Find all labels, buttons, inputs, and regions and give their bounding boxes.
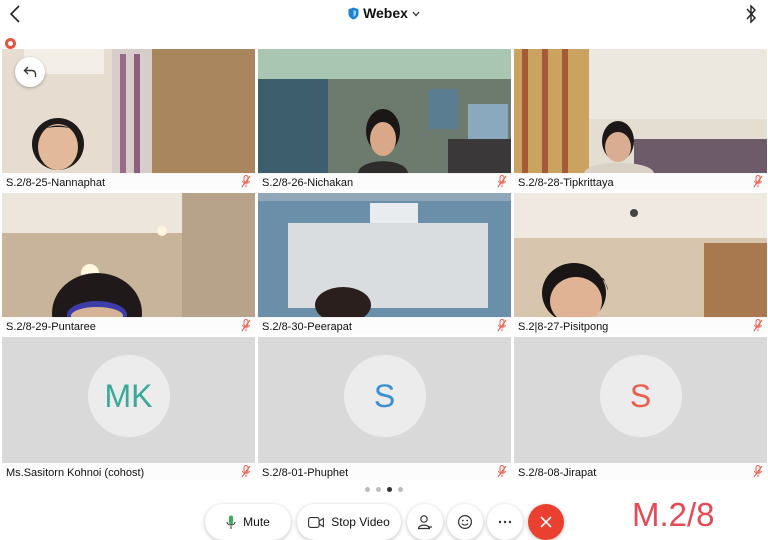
participant-name: S.2/8-30-Peerapat bbox=[262, 321, 352, 333]
mic-muted-icon bbox=[753, 175, 763, 188]
mute-label: Mute bbox=[243, 515, 270, 529]
camera-icon bbox=[308, 516, 325, 528]
avatar-initials: S bbox=[629, 378, 652, 414]
participant-avatar: MK bbox=[87, 355, 170, 437]
participant-name: S.2/8-26-Nichakan bbox=[262, 177, 354, 189]
reactions-button[interactable] bbox=[447, 504, 483, 540]
participant-video bbox=[2, 193, 255, 318]
mic-muted-icon bbox=[241, 465, 251, 478]
webex-shield-icon bbox=[348, 7, 359, 20]
participant-video bbox=[258, 193, 511, 318]
microphone-icon bbox=[226, 515, 236, 529]
recording-indicator-icon bbox=[5, 38, 16, 49]
avatar-initials: MK bbox=[104, 378, 153, 414]
bluetooth-icon[interactable] bbox=[744, 4, 758, 24]
mic-muted-icon bbox=[753, 319, 763, 332]
class-overlay-label: M.2/8 bbox=[632, 496, 715, 533]
participant-name: S.2/8-28-Tipkrittaya bbox=[518, 177, 614, 189]
mute-button[interactable]: Mute bbox=[205, 504, 291, 540]
participant-tile[interactable]: S.2/8-28-Tipkrittaya bbox=[514, 49, 767, 190]
participant-name: S.2|8-27-Pisitpong bbox=[518, 321, 609, 333]
more-options-button[interactable] bbox=[487, 504, 523, 540]
mic-muted-icon bbox=[497, 319, 507, 332]
participant-name: S.2/8-29-Puntaree bbox=[6, 321, 96, 333]
participant-avatar: S bbox=[343, 355, 426, 437]
close-icon bbox=[540, 516, 552, 528]
chevron-down-icon bbox=[412, 11, 420, 17]
app-title: Webex bbox=[363, 5, 408, 21]
page-dot[interactable] bbox=[365, 487, 370, 492]
top-bar: Webex bbox=[0, 0, 768, 30]
avatar-initials: S bbox=[373, 378, 396, 414]
app-title-dropdown[interactable]: Webex bbox=[0, 5, 768, 21]
mic-muted-icon bbox=[497, 465, 507, 478]
participant-name: Ms.Sasitorn Kohnoi (cohost) bbox=[6, 467, 145, 479]
participants-icon bbox=[417, 515, 432, 530]
return-button[interactable] bbox=[15, 57, 45, 87]
participant-tile[interactable]: MK Ms.Sasitorn Kohnoi (cohost) bbox=[2, 337, 255, 480]
page-dot[interactable] bbox=[376, 487, 381, 492]
smiley-icon bbox=[457, 514, 473, 530]
return-arrow-icon bbox=[23, 66, 37, 77]
mic-muted-icon bbox=[241, 175, 251, 188]
more-dots-icon bbox=[498, 520, 512, 524]
participant-tile[interactable]: S S.2/8-08-Jirapat bbox=[514, 337, 767, 480]
stop-video-label: Stop Video bbox=[331, 515, 390, 529]
mic-muted-icon bbox=[241, 319, 251, 332]
participant-video bbox=[514, 193, 767, 318]
mic-muted-icon bbox=[753, 465, 763, 478]
participant-avatar: S bbox=[599, 355, 682, 437]
participant-tile[interactable]: S.2/8-29-Puntaree bbox=[2, 193, 255, 334]
participant-name: S.2/8-01-Phuphet bbox=[262, 467, 349, 479]
participant-video bbox=[514, 49, 767, 174]
participants-button[interactable] bbox=[407, 504, 443, 540]
stop-video-button[interactable]: Stop Video bbox=[297, 504, 401, 540]
participant-tile[interactable]: S.2/8-30-Peerapat bbox=[258, 193, 511, 334]
end-call-button[interactable] bbox=[528, 504, 564, 540]
participant-name: S.2/8-08-Jirapat bbox=[518, 467, 597, 479]
page-dot[interactable] bbox=[398, 487, 403, 492]
participant-name: S.2/8-25-Nannaphat bbox=[6, 177, 106, 189]
page-dot[interactable] bbox=[387, 487, 392, 492]
participant-tile[interactable]: S.2/8-26-Nichakan bbox=[258, 49, 511, 190]
participant-tile[interactable]: S S.2/8-01-Phuphet bbox=[258, 337, 511, 480]
participant-video bbox=[258, 49, 511, 174]
mic-muted-icon bbox=[497, 175, 507, 188]
page-indicator[interactable] bbox=[0, 479, 768, 497]
participant-tile[interactable]: S.2|8-27-Pisitpong bbox=[514, 193, 767, 334]
